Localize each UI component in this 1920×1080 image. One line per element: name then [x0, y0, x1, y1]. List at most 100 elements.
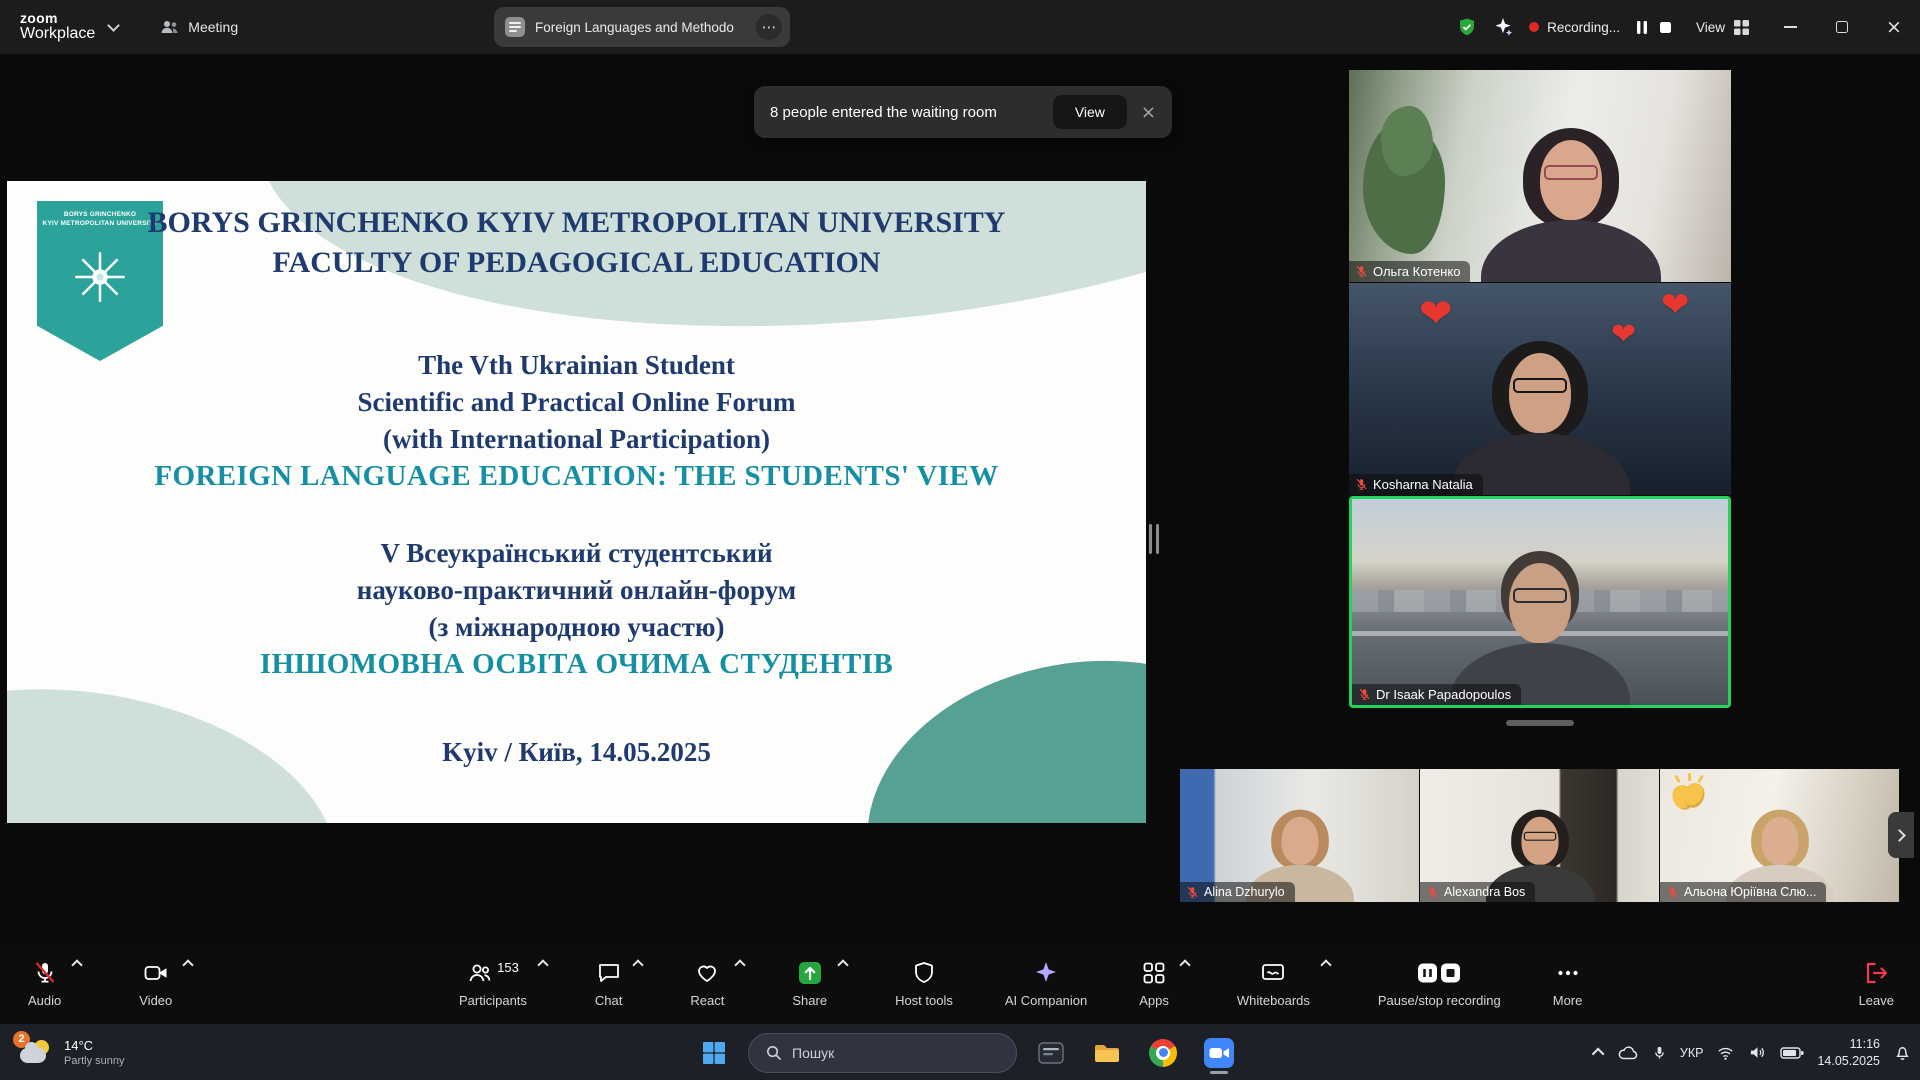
pause-recording-button[interactable] [1630, 15, 1654, 39]
battery-icon[interactable] [1780, 1046, 1804, 1060]
share-screen-icon [797, 960, 823, 986]
more-options-icon[interactable]: ⋯ [756, 14, 782, 40]
forum-en-line3: (with International Participation) [7, 421, 1146, 458]
onedrive-cloud-icon[interactable] [1617, 1045, 1639, 1061]
forum-en-line2: Scientific and Practical Online Forum [7, 384, 1146, 421]
participants-button[interactable]: 153 Participants [455, 943, 547, 1023]
ai-companion-sparkle-icon [1033, 960, 1059, 986]
video-tile-kosharna-natalia[interactable]: ❤ ❤ ❤ Kosharna Natalia [1349, 283, 1731, 495]
chevron-right-icon [1893, 829, 1906, 842]
host-tools-shield-icon [911, 960, 937, 986]
view-label: View [1696, 20, 1725, 35]
document-tab-label: Foreign Languages and Methodo [535, 20, 747, 35]
keyboard-language-indicator[interactable]: УКР [1680, 1046, 1704, 1060]
security-shield-icon[interactable] [1457, 17, 1477, 37]
taskbar-window-app-icon[interactable] [1029, 1031, 1073, 1075]
leave-button[interactable]: Leave [1855, 943, 1898, 1023]
close-button[interactable]: × [1868, 0, 1920, 54]
share-button[interactable]: Share [788, 943, 847, 1023]
pause-stop-recording-button[interactable]: Pause/stop recording [1374, 943, 1505, 1023]
apps-label: Apps [1139, 993, 1169, 1008]
zoom-meeting-window: zoom Workplace Meeting Foreign Languages… [0, 0, 1920, 1080]
maximize-button[interactable] [1816, 0, 1868, 54]
participant-name: Альона Юріївна Слю... [1684, 885, 1816, 899]
video-tile-olha-kotenko[interactable]: Ольга Котенко [1349, 70, 1731, 282]
minimize-button[interactable] [1764, 0, 1816, 54]
slide-place-date: Kyiv / Київ, 14.05.2025 [7, 737, 1146, 768]
participant-name-label: Alexandra Bos [1420, 882, 1535, 902]
ai-companion-button[interactable]: AI Companion [1001, 943, 1091, 1023]
video-button[interactable]: Video [135, 943, 192, 1023]
mic-muted-icon [1426, 886, 1439, 899]
heading-line2: FACULTY OF PEDAGOGICAL EDUCATION [7, 243, 1146, 283]
chrome-icon[interactable] [1141, 1031, 1185, 1075]
volume-icon[interactable] [1748, 1044, 1767, 1061]
mic-muted-icon [1666, 886, 1679, 899]
share-options-chevron-icon[interactable] [837, 959, 848, 970]
waiting-room-view-button[interactable]: View [1053, 95, 1127, 129]
video-tile-alona[interactable]: Альона Юріївна Слю... [1660, 769, 1899, 902]
participant-video-person [1420, 545, 1660, 705]
taskbar-search-input[interactable]: Пошук [748, 1033, 1017, 1073]
mic-muted-icon [1355, 265, 1368, 278]
forum-uk-line3: (з міжнародною участю) [7, 609, 1146, 646]
plant-decor [1363, 122, 1445, 254]
react-options-chevron-icon[interactable] [735, 959, 746, 970]
start-button[interactable] [692, 1031, 736, 1075]
recording-label: Recording... [1547, 20, 1620, 35]
react-button[interactable]: React [686, 943, 744, 1023]
next-participants-button[interactable] [1888, 812, 1914, 858]
clock-time: 11:16 [1817, 1036, 1880, 1053]
heart-reaction-icon: ❤ [1419, 291, 1453, 337]
apps-grid-icon [1141, 960, 1167, 986]
apps-button[interactable]: Apps [1135, 943, 1189, 1023]
more-button[interactable]: More [1549, 943, 1587, 1023]
host-tools-button[interactable]: Host tools [891, 943, 957, 1023]
chat-button[interactable]: Chat [591, 943, 642, 1023]
participants-label: Participants [459, 993, 527, 1008]
taskbar-clock[interactable]: 11:16 14.05.2025 [1817, 1036, 1880, 1070]
video-tile-alexandra-bos[interactable]: Alexandra Bos [1420, 769, 1659, 902]
weather-widget[interactable]: 2 14°C Partly sunny [12, 1024, 133, 1080]
participants-icon [467, 960, 493, 986]
participant-name-label: Ольга Котенко [1349, 261, 1470, 282]
clock-date: 14.05.2025 [1817, 1053, 1880, 1070]
chevron-down-icon[interactable] [107, 19, 120, 32]
notification-close-icon[interactable]: × [1141, 102, 1156, 123]
whiteboards-options-chevron-icon[interactable] [1320, 959, 1331, 970]
participant-name-label: Kosharna Natalia [1349, 474, 1483, 495]
file-explorer-icon[interactable] [1085, 1031, 1129, 1075]
video-tile-isaak-papadopoulos-active-speaker[interactable]: Dr Isaak Papadopoulos [1349, 496, 1731, 708]
video-panel-drag-handle[interactable] [1506, 720, 1574, 726]
record-label: Pause/stop recording [1378, 993, 1501, 1008]
participant-name-label: Alina Dzhurylo [1180, 882, 1295, 902]
view-button[interactable]: View [1696, 19, 1750, 36]
notification-center-icon[interactable] [1893, 1043, 1912, 1062]
zoom-app-icon[interactable] [1197, 1031, 1241, 1075]
chat-options-chevron-icon[interactable] [633, 959, 644, 970]
pause-stop-recording-icons [1416, 960, 1462, 986]
forum-en-title: FOREIGN LANGUAGE EDUCATION: THE STUDENTS… [7, 458, 1146, 495]
whiteboards-label: Whiteboards [1237, 993, 1310, 1008]
participant-name: Ольга Котенко [1373, 264, 1460, 279]
participants-options-chevron-icon[interactable] [537, 959, 548, 970]
tray-expand-chevron-icon[interactable] [1595, 1048, 1604, 1057]
ai-sparkle-icon[interactable] [1493, 17, 1513, 37]
apps-options-chevron-icon[interactable] [1179, 959, 1190, 970]
heading-line1: BORYS GRINCHENKO KYIV METROPOLITAN UNIVE… [7, 203, 1146, 243]
share-resize-handle[interactable] [1149, 522, 1161, 556]
tab-shared-document[interactable]: Foreign Languages and Methodo ⋯ [494, 7, 790, 47]
audio-options-chevron-icon[interactable] [72, 959, 83, 970]
wifi-icon[interactable] [1716, 1045, 1735, 1061]
stop-recording-button[interactable] [1654, 15, 1678, 39]
whiteboards-button[interactable]: Whiteboards [1233, 943, 1330, 1023]
video-options-chevron-icon[interactable] [183, 959, 194, 970]
video-tile-alina-dzhurylo[interactable]: Alina Dzhurylo [1180, 769, 1419, 902]
mic-muted-icon [1186, 886, 1199, 899]
audio-button[interactable]: Audio [24, 943, 81, 1023]
temperature: 14°C [64, 1038, 125, 1055]
forum-uk-line2: науково-практичний онлайн-форум [7, 572, 1146, 609]
tab-meeting[interactable]: Meeting [160, 19, 238, 35]
participant-name-label: Альона Юріївна Слю... [1660, 882, 1826, 902]
tray-mic-icon[interactable] [1652, 1045, 1667, 1061]
